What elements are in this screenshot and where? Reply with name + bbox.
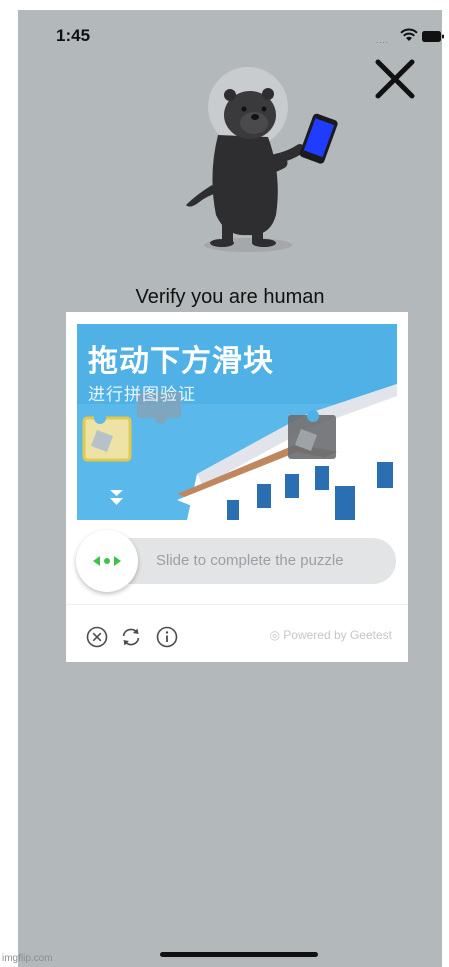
captcha-card: 拖动下方滑块 进行拼图验证 Slide to complete the puzz… (66, 312, 408, 662)
info-icon[interactable] (156, 626, 178, 648)
puzzle-image: 拖动下方滑块 进行拼图验证 (77, 324, 397, 520)
refresh-icon[interactable] (120, 626, 142, 648)
geetest-logo-icon: ◎ (269, 628, 284, 642)
powered-by-label: Powered by Geetest (283, 628, 392, 642)
signal-dots: .... (376, 36, 389, 45)
puzzle-title: 拖动下方滑块 (88, 344, 274, 379)
close-icon (375, 59, 415, 99)
puzzle-slot (288, 410, 336, 459)
watermark: imgflip.com (2, 953, 53, 964)
slider-hint: Slide to complete the puzzle (156, 552, 344, 569)
slider-handle[interactable] (76, 530, 138, 592)
battery-icon (422, 31, 444, 42)
close-button[interactable] (370, 54, 420, 104)
drag-arrows-icon (93, 556, 121, 566)
verify-title: Verify you are human (135, 286, 325, 308)
puzzle-piece (82, 412, 132, 462)
phone-screen: 1:45 .... Verify you are human 拖动下方滑块 进行… (18, 10, 444, 967)
status-time: 1:45 (56, 26, 91, 45)
mascot-illustration (186, 67, 338, 252)
powered-by-geetest[interactable]: ◎ Powered by Geetest (269, 628, 392, 642)
puzzle-subtitle: 进行拼图验证 (88, 385, 196, 405)
card-divider (66, 604, 408, 605)
home-indicator (160, 952, 318, 957)
wifi-icon (400, 28, 418, 41)
circle-x-icon[interactable] (86, 626, 108, 648)
